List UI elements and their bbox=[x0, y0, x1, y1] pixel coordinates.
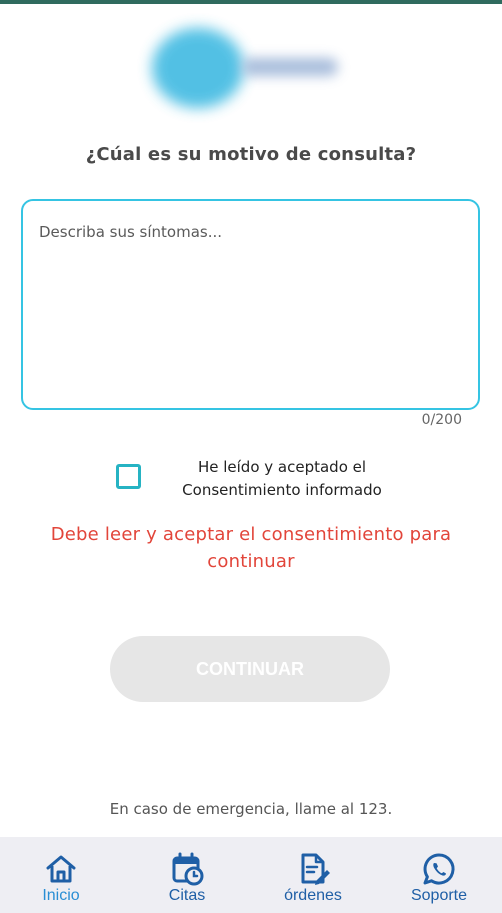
nav-label-ordenes: órdenes bbox=[284, 887, 342, 904]
consent-row[interactable]: He leído y aceptado el Consentimiento in… bbox=[116, 456, 416, 502]
nav-item-ordenes[interactable]: órdenes bbox=[258, 837, 368, 913]
logo-wordmark bbox=[242, 58, 338, 76]
page-question: ¿Cúal es su motivo de consulta? bbox=[85, 144, 417, 165]
document-edit-icon bbox=[301, 853, 330, 885]
nav-label-inicio: Inicio bbox=[42, 887, 80, 904]
nav-label-soporte: Soporte bbox=[410, 887, 468, 904]
logo-mark bbox=[152, 28, 244, 108]
status-strip bbox=[0, 0, 502, 4]
continue-button[interactable]: CONTINUAR bbox=[110, 636, 390, 702]
nav-item-citas[interactable]: Citas bbox=[132, 837, 242, 913]
calendar-clock-icon bbox=[172, 852, 204, 886]
nav-item-inicio[interactable]: Inicio bbox=[6, 837, 116, 913]
consent-checkbox[interactable] bbox=[116, 464, 141, 489]
char-counter: 0/200 bbox=[421, 412, 462, 428]
nav-label-citas: Citas bbox=[168, 887, 206, 904]
app-logo bbox=[150, 24, 350, 110]
emergency-notice: En caso de emergencia, llame al 123. bbox=[109, 800, 393, 818]
symptoms-input[interactable] bbox=[23, 201, 478, 408]
whatsapp-icon bbox=[423, 853, 455, 885]
consent-label[interactable]: He leído y aceptado el Consentimiento in… bbox=[152, 456, 412, 502]
home-icon bbox=[46, 855, 76, 883]
symptoms-field[interactable] bbox=[21, 199, 480, 410]
nav-item-soporte[interactable]: Soporte bbox=[384, 837, 494, 913]
bottom-nav: Inicio Citas órdenes Soporte bbox=[0, 837, 502, 913]
error-message: Debe leer y aceptar el consentimiento pa… bbox=[50, 524, 452, 572]
